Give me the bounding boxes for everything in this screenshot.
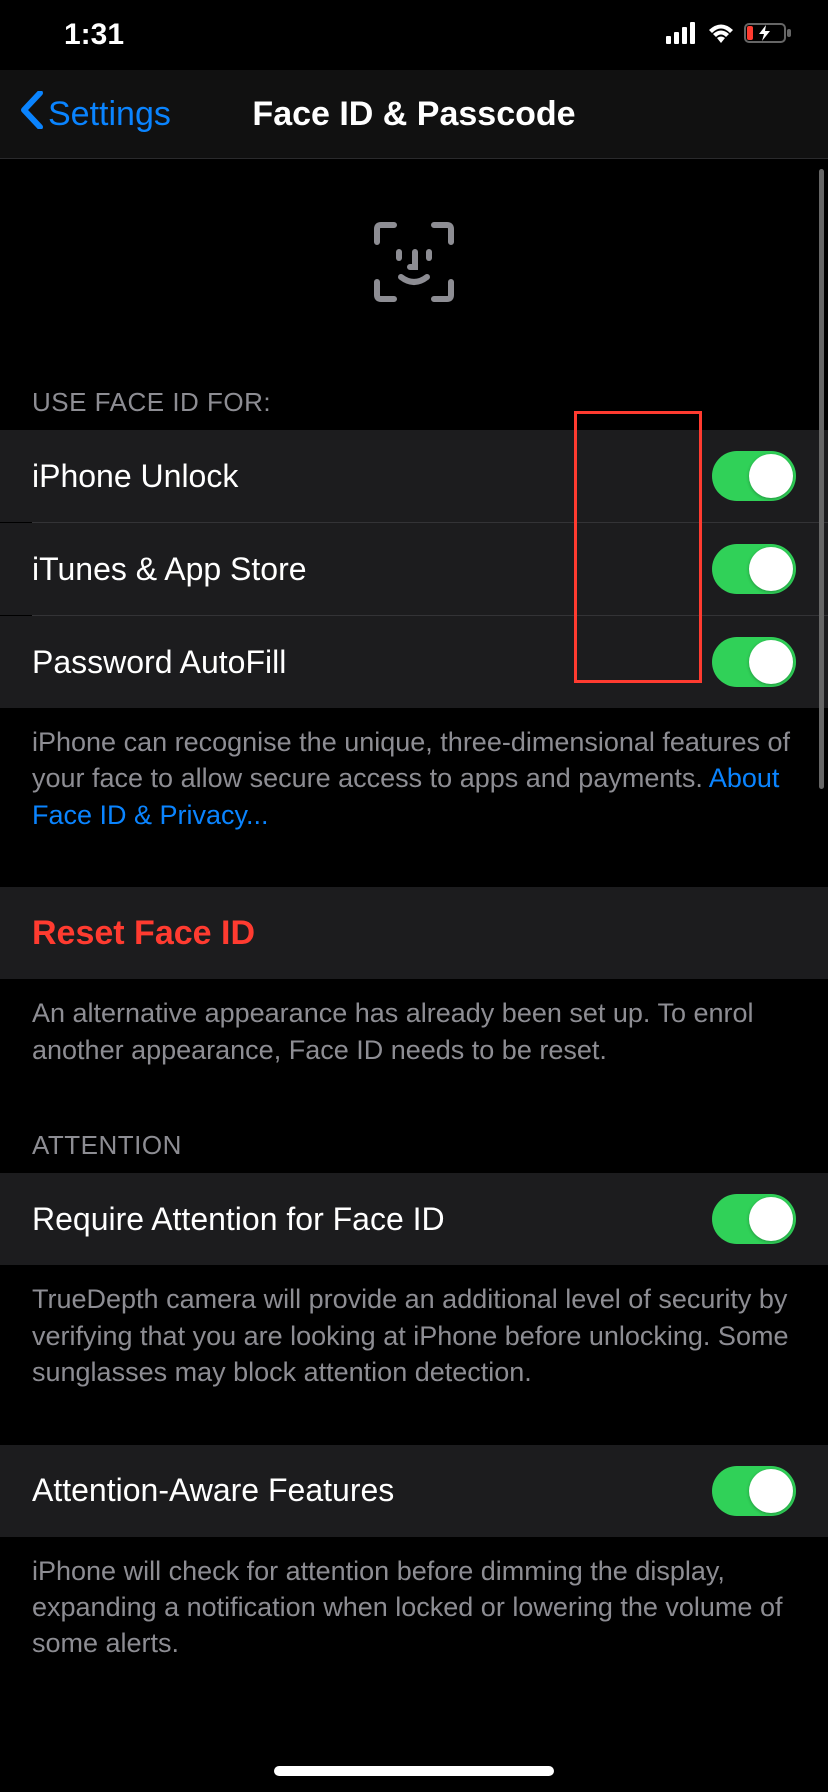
reset-footer: An alternative appearance has already be… <box>0 979 828 1092</box>
back-button[interactable]: Settings <box>20 91 171 138</box>
section-header-use-faceid: USE FACE ID FOR: <box>0 369 828 430</box>
row-label: Password AutoFill <box>32 644 286 681</box>
row-itunes-appstore: iTunes & App Store <box>0 523 828 615</box>
toggle-iphone-unlock[interactable] <box>712 451 796 501</box>
section-header-attention: ATTENTION <box>0 1092 828 1173</box>
row-require-attention: Require Attention for Face ID <box>0 1173 828 1265</box>
attention-aware-footer: iPhone will check for attention before d… <box>0 1537 828 1686</box>
row-password-autofill: Password AutoFill <box>0 616 828 708</box>
row-label: Require Attention for Face ID <box>32 1201 445 1238</box>
reset-faceid-label: Reset Face ID <box>32 914 255 953</box>
status-indicators <box>666 18 792 52</box>
toggle-attention-aware[interactable] <box>712 1466 796 1516</box>
wifi-icon <box>706 18 736 52</box>
spacer <box>0 857 828 887</box>
chevron-left-icon <box>20 91 44 138</box>
faceid-footer: iPhone can recognise the unique, three-d… <box>0 708 828 857</box>
cellular-icon <box>666 18 698 52</box>
status-time: 1:31 <box>64 18 124 52</box>
page-title: Face ID & Passcode <box>252 95 575 134</box>
scroll-indicator <box>819 169 824 789</box>
toggle-require-attention[interactable] <box>712 1194 796 1244</box>
toggle-itunes-appstore[interactable] <box>712 544 796 594</box>
navigation-bar: Settings Face ID & Passcode <box>0 70 828 158</box>
content-scroll[interactable]: USE FACE ID FOR: iPhone Unlock iTunes & … <box>0 158 828 1792</box>
home-indicator[interactable] <box>274 1766 554 1776</box>
row-attention-aware: Attention-Aware Features <box>0 1445 828 1537</box>
spacer <box>0 1415 828 1445</box>
row-label: Attention-Aware Features <box>32 1472 394 1509</box>
battery-icon <box>744 18 792 52</box>
toggle-password-autofill[interactable] <box>712 637 796 687</box>
reset-faceid-row[interactable]: Reset Face ID <box>0 887 828 979</box>
faceid-hero-icon-container <box>0 159 828 369</box>
row-label: iPhone Unlock <box>32 458 238 495</box>
footer-text: iPhone can recognise the unique, three-d… <box>32 727 790 793</box>
back-label: Settings <box>48 95 171 134</box>
row-iphone-unlock: iPhone Unlock <box>0 430 828 522</box>
row-label: iTunes & App Store <box>32 551 307 588</box>
faceid-icon <box>369 217 459 312</box>
attention-footer: TrueDepth camera will provide an additio… <box>0 1265 828 1414</box>
status-bar: 1:31 <box>0 0 828 70</box>
